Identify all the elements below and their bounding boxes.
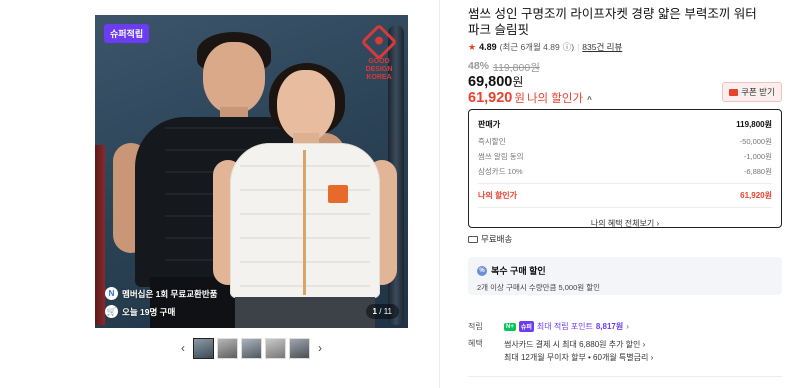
- membership-return-notice: N 멤버십은 1회 무료교환반품: [105, 287, 217, 300]
- membership-icon: N: [105, 287, 118, 300]
- benefit-line-2[interactable]: 최대 12개월 무이자 할부 • 60개월 특별금리 ›: [504, 351, 653, 364]
- review-count-link[interactable]: 835건 리뷰: [582, 41, 622, 53]
- purchase-count-notice: 🛒 오늘 19명 구매: [105, 305, 175, 318]
- points-amount: 8,817원: [595, 322, 624, 331]
- breakdown-row: 즉시할인 -50,000원: [478, 134, 772, 149]
- points-row: 적립 N+ 슈퍼 최대 적립 포인트 8,817원 ›: [468, 321, 629, 332]
- breakdown-label: 썸쓰 알림 동의: [478, 152, 524, 161]
- product-title: 썸쓰 성인 구명조끼 라이프자켓 경량 얇은 부력조끼 워터파크 슬림핏: [468, 7, 757, 37]
- thumbnail-3[interactable]: [241, 337, 262, 359]
- info-icon[interactable]: ⓘ): [563, 41, 574, 53]
- npay-plus-icon: N+: [504, 322, 516, 331]
- sale-price: 69,800원: [468, 73, 523, 90]
- breakdown-head-label: 판매가: [478, 120, 501, 129]
- benefit-row: 혜택 썸사카드 결제 시 최대 6,880원 추가 할인 › 최대 12개월 무…: [468, 338, 653, 364]
- membership-text: 멤버십은 1회 무료교환반품: [122, 288, 218, 299]
- breakdown-label: 즉시할인: [478, 137, 506, 146]
- max-points-link[interactable]: N+ 슈퍼 최대 적립 포인트 8,817원 ›: [504, 321, 629, 332]
- model-male-head: [203, 42, 265, 114]
- benefit-line-2-text: 최대 12개월 무이자 할부 • 60개월 특별금리: [504, 353, 649, 362]
- counter-current: 1: [372, 307, 377, 316]
- vest-patch: [328, 185, 348, 203]
- divider: |: [577, 42, 580, 52]
- chevron-right-icon: ›: [650, 353, 654, 362]
- my-price-unit: 원: [514, 93, 525, 105]
- price-breakdown-box: 판매가 119,800원 즉시할인 -50,000원 썸쓰 알림 동의 -1,0…: [468, 109, 782, 228]
- breakdown-head-row: 판매가 119,800원: [478, 117, 772, 132]
- shipping-info: 무료배송: [468, 233, 512, 245]
- breakdown-list: 즉시할인 -50,000원 썸쓰 알림 동의 -1,000원 삼성카드 10% …: [478, 134, 772, 179]
- breakdown-my-value: 61,920원: [740, 191, 772, 200]
- chevron-right-icon: ›: [626, 322, 629, 331]
- view-all-benefits-label: 나의 혜택 전체보기: [590, 219, 655, 228]
- rating-recent: (최근 6개월 4.89: [499, 42, 560, 52]
- board-left-decor: [95, 145, 105, 325]
- multi-buy-title-text: 복수 구매 할인: [491, 266, 546, 276]
- sale-price-unit: 원: [512, 75, 524, 89]
- model-female-head: [277, 70, 335, 142]
- multi-buy-desc: 2개 이상 구매시 수량만큼 5,000원 할인: [477, 283, 601, 292]
- coupon-label: 쿠폰 받기: [741, 87, 775, 97]
- good-design-logo: GOOD DESIGN KOREA: [360, 23, 398, 82]
- benefit-list: 썸사카드 결제 시 최대 6,880원 추가 할인 › 최대 12개월 무이자 …: [504, 338, 653, 364]
- thumbnail-4[interactable]: [265, 337, 286, 359]
- breakdown-head-value: 119,800원: [736, 120, 772, 129]
- breakdown-value: -1,000원: [743, 152, 772, 161]
- product-gallery: 슈퍼적립 GOOD DESIGN KOREA N 멤버십은 1회 무료교환반품 …: [0, 0, 440, 388]
- logo-line-3: KOREA: [366, 74, 392, 81]
- benefit-line-1[interactable]: 썸사카드 결제 시 최대 6,880원 추가 할인 ›: [504, 338, 653, 351]
- points-label: 적립: [468, 322, 483, 331]
- breakdown-row: 썸쓰 알림 동의 -1,000원: [478, 149, 772, 164]
- benefit-line-1-text: 썸사카드 결제 시 최대 6,880원 추가 할인: [504, 340, 641, 349]
- super-points-badge: 슈퍼적립: [104, 24, 150, 43]
- breakdown-value: -50,000원: [739, 137, 772, 146]
- purchase-count-text: 오늘 19명 구매: [122, 306, 176, 317]
- star-icon: ★: [468, 41, 477, 52]
- chevron-up-icon[interactable]: ^: [587, 95, 592, 104]
- chevron-left-icon[interactable]: ‹: [176, 337, 190, 359]
- chevron-right-icon: ›: [642, 340, 646, 349]
- rating-row: ★ 4.89 (최근 6개월 4.89 ⓘ) | 835건 리뷰: [468, 41, 622, 53]
- breakdown-divider: [478, 207, 772, 208]
- breakdown-value: -6,880원: [743, 167, 772, 176]
- thumbnail-2[interactable]: [217, 337, 238, 359]
- vest-zipper: [303, 150, 306, 295]
- benefit-label: 혜택: [468, 339, 483, 348]
- section-divider: [468, 376, 782, 377]
- truck-icon: [468, 235, 478, 243]
- model-female-pants: [235, 297, 375, 328]
- rating-score: 4.89: [479, 42, 497, 52]
- logo-line-2: DESIGN: [365, 66, 393, 73]
- chevron-right-icon[interactable]: ›: [313, 337, 327, 359]
- super-icon: 슈퍼: [518, 321, 534, 332]
- thumbnail-1[interactable]: [193, 337, 214, 359]
- thumbnail-strip: ‹ ›: [176, 337, 327, 359]
- cart-icon: 🛒: [105, 305, 118, 318]
- view-all-benefits-link[interactable]: 나의 혜택 전체보기 ›: [478, 218, 772, 229]
- sale-price-value: 69,800: [468, 74, 513, 90]
- my-price-value: 61,920: [468, 90, 513, 106]
- good-design-icon: [360, 23, 398, 61]
- breakdown-label: 삼성카드 10%: [478, 167, 523, 176]
- coupon-icon: [729, 88, 739, 96]
- coupon-button[interactable]: 쿠폰 받기: [722, 82, 782, 102]
- my-discount-price[interactable]: 61,920 원 나의 할인가 ^: [468, 90, 592, 106]
- points-text: 최대 적립 포인트: [536, 322, 593, 331]
- breakdown-my-price-row: 나의 할인가 61,920원: [478, 188, 772, 203]
- breakdown-divider: [478, 183, 772, 184]
- multi-buy-title: % 복수 구매 할인: [477, 264, 773, 277]
- image-counter: 1 / 11: [365, 304, 399, 319]
- counter-total: 11: [383, 307, 392, 316]
- thumbnail-5[interactable]: [289, 337, 310, 359]
- breakdown-my-label: 나의 할인가: [478, 191, 518, 200]
- main-product-image[interactable]: 슈퍼적립 GOOD DESIGN KOREA N 멤버십은 1회 무료교환반품 …: [95, 15, 408, 328]
- chevron-right-icon: ›: [656, 219, 660, 228]
- my-price-label: 나의 할인가: [526, 93, 584, 105]
- multi-buy-discount-box: % 복수 구매 할인 2개 이상 구매시 수량만큼 5,000원 할인: [468, 257, 782, 295]
- breakdown-row: 삼성카드 10% -6,880원: [478, 164, 772, 179]
- percent-icon: %: [477, 265, 487, 276]
- shipping-label: 무료배송: [481, 234, 513, 244]
